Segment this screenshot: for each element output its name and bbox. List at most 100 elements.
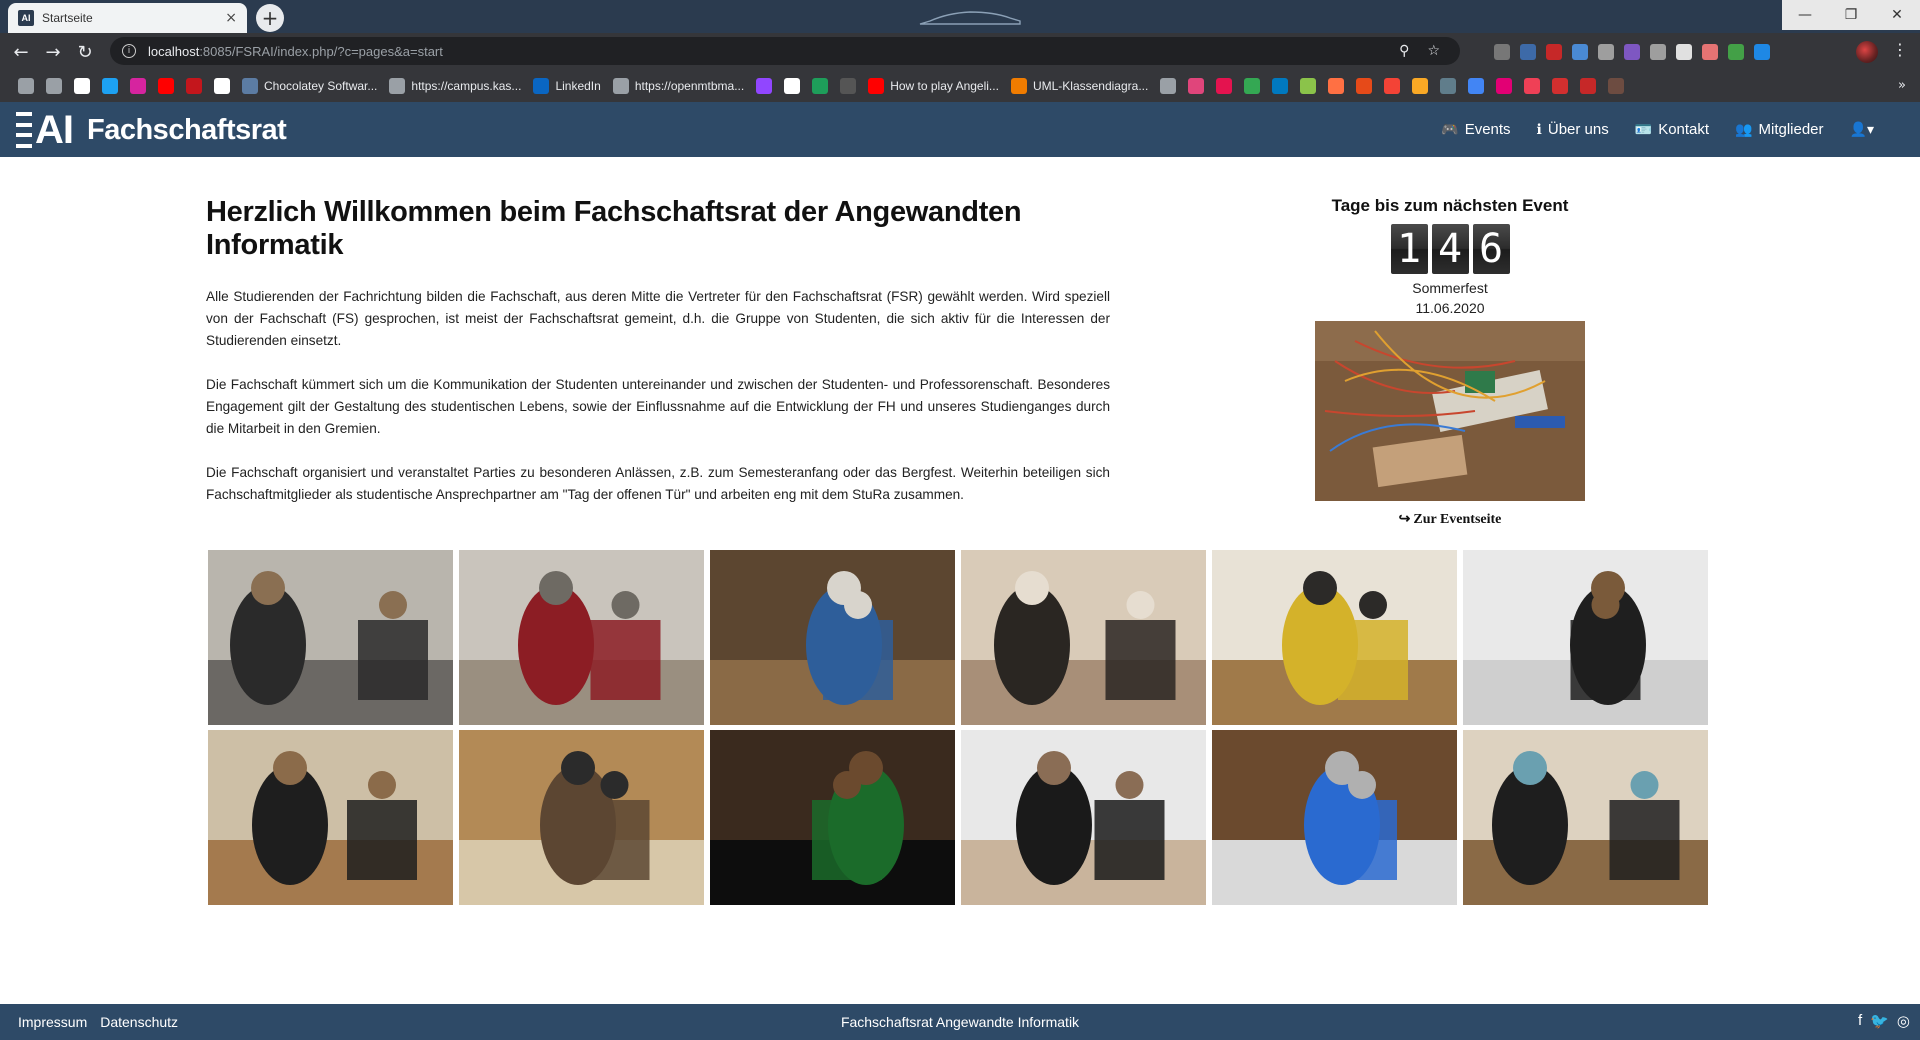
bookmark-icon-item[interactable]: [778, 74, 806, 98]
bookmark-icon-item[interactable]: [1602, 74, 1630, 98]
photo-student-at-desk[interactable]: [1212, 550, 1457, 725]
extension-icon[interactable]: [1598, 44, 1614, 60]
bookmark-icon-item[interactable]: [1266, 74, 1294, 98]
photo-laptop-matrix[interactable]: [710, 730, 955, 905]
photo-four-students[interactable]: [459, 550, 704, 725]
bookmark-icon-item[interactable]: [1154, 74, 1182, 98]
bookmark-icon-item[interactable]: [1182, 74, 1210, 98]
bookmark-item[interactable]: Chocolatey Softwar...: [236, 74, 383, 98]
datenschutz-link[interactable]: Datenschutz: [100, 1014, 178, 1030]
bookmark-icon-item[interactable]: [152, 74, 180, 98]
site-info-icon[interactable]: i: [122, 44, 136, 58]
photo-two-friends[interactable]: [208, 730, 453, 905]
linkedin-icon: [533, 77, 550, 94]
bookmark-icon-item[interactable]: [1574, 74, 1602, 98]
extension-icon[interactable]: [1494, 44, 1510, 60]
bookmark-icon-item[interactable]: [12, 74, 40, 98]
photo-back-at-laptop[interactable]: [1463, 730, 1708, 905]
new-tab-button[interactable]: +: [256, 4, 284, 32]
bookmark-item[interactable]: How to play Angeli...: [862, 74, 1005, 98]
back-button[interactable]: ←: [8, 39, 34, 65]
event-date: 11.06.2020: [1415, 300, 1485, 316]
extension-icon[interactable]: [1728, 44, 1744, 60]
url-text: localhost:8085/FSRAI/index.php/?c=pages&…: [148, 43, 443, 59]
chrome-menu-icon[interactable]: ⋮: [1892, 40, 1908, 59]
nav-über-uns[interactable]: ℹ Über uns: [1537, 121, 1609, 138]
nav-user-menu[interactable]: 👤▾: [1850, 121, 1880, 138]
bookmark-icon-item[interactable]: [208, 74, 236, 98]
profile-avatar[interactable]: [1856, 41, 1878, 63]
bookmark-icon-item[interactable]: [124, 74, 152, 98]
window-close-button[interactable]: ✕: [1874, 0, 1920, 30]
site-brand[interactable]: AI Fachschaftsrat: [16, 109, 287, 151]
bookmark-star-icon[interactable]: ☆: [1427, 43, 1440, 59]
bookmark-icon-item[interactable]: [1462, 74, 1490, 98]
bookmark-orange-icon: [1328, 77, 1345, 94]
extension-icon[interactable]: [1650, 44, 1666, 60]
intro-section: Herzlich Willkommen beim Fachschaftsrat …: [206, 196, 1110, 528]
bookmark-icon-item[interactable]: [68, 74, 96, 98]
zoom-icon[interactable]: ⚲: [1399, 43, 1409, 59]
nav-events[interactable]: 🎮 Events: [1441, 121, 1510, 138]
bookmark-item[interactable]: https://openmtbma...: [607, 74, 750, 98]
nav-kontakt[interactable]: 🪪 Kontakt: [1635, 121, 1709, 138]
counter-digit: 6: [1472, 224, 1510, 274]
nav-mitglieder[interactable]: 👥 Mitglieder: [1735, 121, 1823, 138]
window-maximize-button[interactable]: ❐: [1828, 0, 1874, 30]
bookmark-icon-item[interactable]: [1378, 74, 1406, 98]
tab-close-icon[interactable]: ×: [225, 10, 237, 26]
photo-hall-tables[interactable]: [459, 730, 704, 905]
photo-tshirt-wall[interactable]: [1463, 550, 1708, 725]
twitter-icon[interactable]: 🐦: [1870, 1012, 1889, 1030]
browser-tab[interactable]: AI Startseite ×: [8, 3, 247, 33]
impressum-link[interactable]: Impressum: [18, 1014, 87, 1030]
reload-button[interactable]: ↻: [72, 39, 98, 65]
extension-icon[interactable]: [1754, 44, 1770, 60]
bookmark-item[interactable]: UML-Klassendiagra...: [1005, 74, 1154, 98]
bookmark-icon-item[interactable]: [1238, 74, 1266, 98]
bookmark-item[interactable]: https://campus.kas...: [383, 74, 527, 98]
photo-two-smiling[interactable]: [961, 730, 1206, 905]
bookmark-icon-item[interactable]: [1294, 74, 1322, 98]
extension-icon[interactable]: [1676, 44, 1692, 60]
tab-favicon-icon: AI: [18, 10, 34, 26]
bookmarks-overflow-icon[interactable]: »: [1898, 78, 1906, 93]
photo-electronics-board[interactable]: [710, 550, 955, 725]
bookmark-icon-item[interactable]: [1210, 74, 1238, 98]
facebook-icon[interactable]: f: [1858, 1012, 1862, 1030]
instagram-icon[interactable]: ◎: [1897, 1012, 1910, 1030]
bookmark-m-icon: [1216, 77, 1233, 94]
intro-paragraph-2: Die Fachschaft kümmert sich um die Kommu…: [206, 377, 1110, 436]
extension-icon[interactable]: [1546, 44, 1562, 60]
bookmark-icon-item[interactable]: [1406, 74, 1434, 98]
extension-icon[interactable]: [1572, 44, 1588, 60]
bookmark-icon-item[interactable]: [40, 74, 68, 98]
forward-button[interactable]: →: [40, 39, 66, 65]
bookmark-icon-item[interactable]: [1434, 74, 1462, 98]
event-photo[interactable]: [1315, 321, 1585, 501]
photo-component-box[interactable]: [1212, 730, 1457, 905]
history-icon: [18, 77, 34, 94]
bookmark-icon-item[interactable]: [1350, 74, 1378, 98]
id-card-icon: 🪪: [1634, 121, 1653, 137]
window-minimize-button[interactable]: —: [1782, 0, 1828, 30]
bookmark-icon-item[interactable]: [1490, 74, 1518, 98]
extension-icon[interactable]: [1520, 44, 1536, 60]
extension-icon[interactable]: [1624, 44, 1640, 60]
extension-icon[interactable]: [1702, 44, 1718, 60]
photo-student-portrait[interactable]: [961, 550, 1206, 725]
page-title: Herzlich Willkommen beim Fachschaftsrat …: [206, 196, 1022, 261]
bookmark-icon-item[interactable]: [1322, 74, 1350, 98]
url-bar[interactable]: i localhost:8085/FSRAI/index.php/?c=page…: [110, 37, 1460, 65]
bookmark-icon-item[interactable]: [1518, 74, 1546, 98]
bookmark-icon-item[interactable]: [96, 74, 124, 98]
bookmark-icon-item[interactable]: [1546, 74, 1574, 98]
bookmark-icon-item[interactable]: [806, 74, 834, 98]
bookmark-icon-item[interactable]: [180, 74, 208, 98]
info-icon: ℹ: [1536, 121, 1542, 137]
photo-hackathon-group[interactable]: [208, 550, 453, 725]
bookmark-icon-item[interactable]: [750, 74, 778, 98]
event-page-link[interactable]: ↪ Zur Eventseite: [1300, 511, 1600, 528]
bookmark-icon-item[interactable]: [834, 74, 862, 98]
bookmark-item[interactable]: LinkedIn: [527, 74, 606, 98]
